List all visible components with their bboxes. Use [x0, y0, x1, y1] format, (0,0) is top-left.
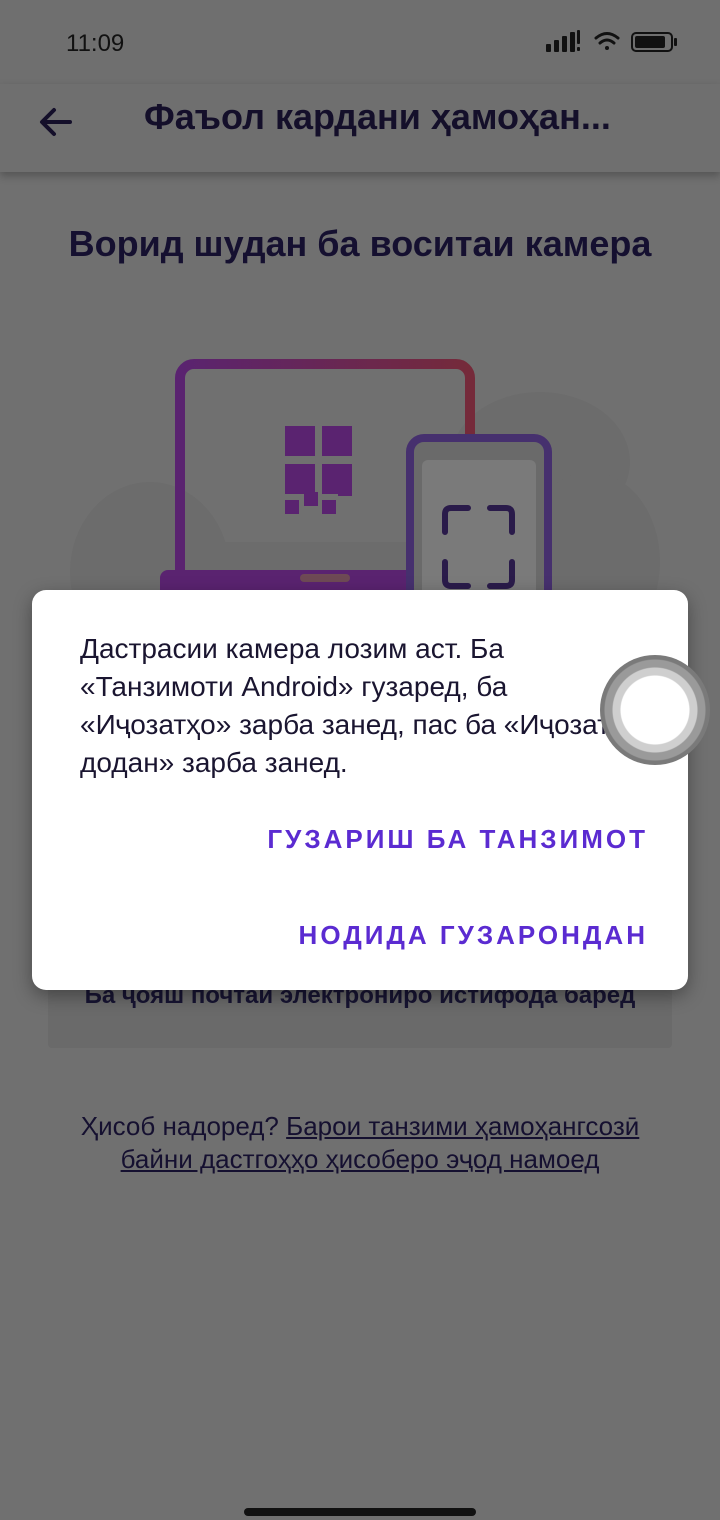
- go-to-settings-button[interactable]: ГУЗАРИШ БА ТАНЗИМОТ: [267, 824, 648, 855]
- home-indicator[interactable]: [244, 1508, 476, 1516]
- dialog-message: Дастрасии камера лозим аст. Ба «Танзимот…: [80, 633, 610, 778]
- ignore-button[interactable]: НОДИДА ГУЗАРОНДАН: [299, 920, 648, 951]
- camera-permission-dialog: Дастрасии камера лозим аст. Ба «Танзимот…: [32, 590, 688, 990]
- touch-indicator: [600, 655, 710, 765]
